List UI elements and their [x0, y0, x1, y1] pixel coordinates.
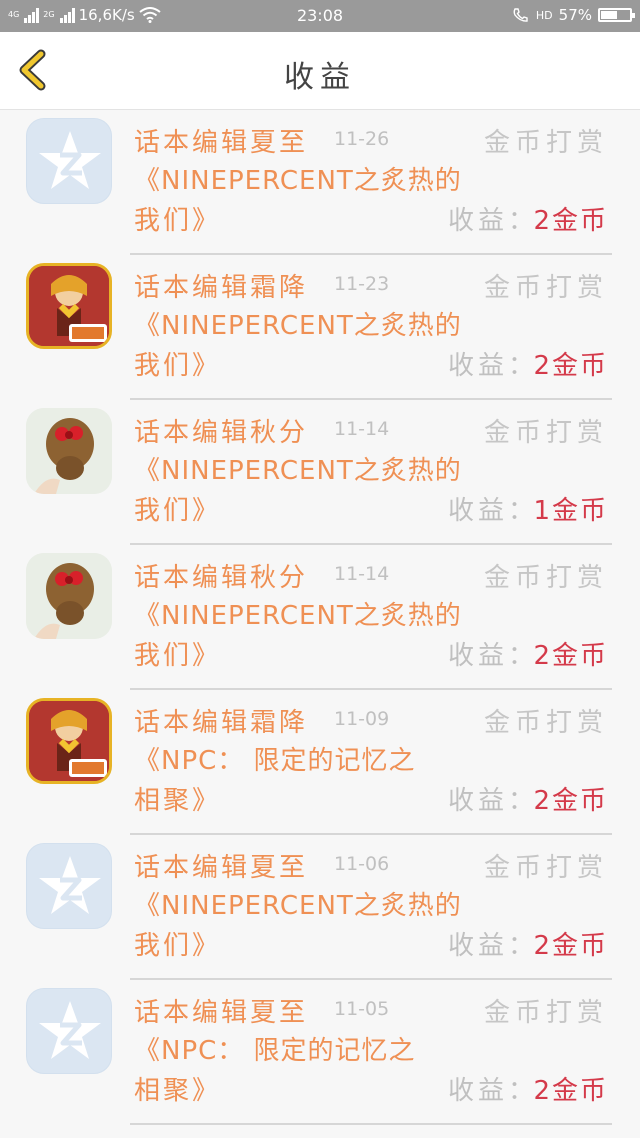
list-item[interactable]: 话本编辑霜降 11-09 金币打赏 《NPC： 限定的记忆之 相聚》 收益： 2…: [0, 690, 640, 835]
earnings-label: 收益：: [448, 1076, 539, 1106]
hd-label: HD: [535, 8, 553, 22]
avatar: [26, 698, 112, 784]
battery-icon: [598, 8, 635, 22]
story-title-line1: 《NINEPERCENT之炙热的: [134, 456, 462, 486]
story-title-line1: 《NPC： 限定的记忆之: [134, 746, 416, 776]
story-title-line2: 相聚》: [134, 786, 222, 816]
earnings-list: 话本编辑夏至 11-26 金币打赏 《NINEPERCENT之炙热的 我们》 收…: [0, 110, 640, 1125]
story-title-line1: 《NINEPERCENT之炙热的: [134, 166, 462, 196]
reward-type: 金币打赏: [483, 708, 608, 738]
item-date: 11-05: [334, 998, 390, 1020]
call-icon: [513, 8, 528, 22]
story-title-line2: 相聚》: [134, 1076, 222, 1106]
reward-type: 金币打赏: [483, 273, 608, 303]
earnings-value: 2金币: [533, 1076, 608, 1106]
reward-type: 金币打赏: [483, 418, 608, 448]
item-date: 11-26: [334, 128, 390, 150]
story-title-line1: 《NINEPERCENT之炙热的: [134, 601, 462, 631]
list-item[interactable]: 话本编辑夏至 11-05 金币打赏 《NPC： 限定的记忆之 相聚》 收益： 2…: [0, 980, 640, 1125]
avatar: [26, 263, 112, 349]
earnings-label: 收益：: [448, 931, 539, 961]
editor-name: 话本编辑秋分: [134, 418, 309, 448]
editor-name: 话本编辑夏至: [134, 998, 309, 1028]
divider: [130, 1123, 612, 1125]
item-date: 11-06: [334, 853, 390, 875]
editor-name: 话本编辑夏至: [134, 128, 309, 158]
reward-type: 金币打赏: [483, 128, 608, 158]
list-item[interactable]: 话本编辑秋分 11-14 金币打赏 《NINEPERCENT之炙热的 我们》 收…: [0, 545, 640, 690]
story-title-line2: 我们》: [134, 496, 222, 526]
page-title: 收益: [284, 60, 356, 95]
earnings-value: 2金币: [533, 206, 608, 236]
story-title-line2: 我们》: [134, 206, 222, 236]
story-title-line1: 《NINEPERCENT之炙热的: [134, 891, 462, 921]
item-date: 11-23: [334, 273, 390, 295]
avatar: [26, 118, 112, 204]
list-item[interactable]: 话本编辑夏至 11-26 金币打赏 《NINEPERCENT之炙热的 我们》 收…: [0, 110, 640, 255]
story-title-line2: 我们》: [134, 931, 222, 961]
battery-percent: 57%: [558, 6, 592, 24]
battery-fill: [601, 11, 617, 19]
reward-type: 金币打赏: [483, 563, 608, 593]
earnings-value: 2金币: [533, 786, 608, 816]
item-date: 11-14: [334, 563, 390, 585]
editor-name: 话本编辑霜降: [134, 273, 309, 303]
earnings-value: 2金币: [533, 931, 608, 961]
editor-name: 话本编辑夏至: [134, 853, 309, 883]
earnings-label: 收益：: [448, 786, 539, 816]
reward-type: 金币打赏: [483, 853, 608, 883]
story-title-line2: 我们》: [134, 641, 222, 671]
earnings-value: 2金币: [533, 351, 608, 381]
avatar: [26, 988, 112, 1074]
list-item[interactable]: 话本编辑秋分 11-14 金币打赏 《NINEPERCENT之炙热的 我们》 收…: [0, 400, 640, 545]
earnings-label: 收益：: [448, 496, 539, 526]
header: 收益: [0, 32, 640, 110]
story-title-line1: 《NPC： 限定的记忆之: [134, 1036, 416, 1066]
story-title-line2: 我们》: [134, 351, 222, 381]
avatar: [26, 408, 112, 494]
reward-type: 金币打赏: [483, 998, 608, 1028]
earnings-label: 收益：: [448, 641, 539, 671]
list-item[interactable]: 话本编辑霜降 11-23 金币打赏 《NINEPERCENT之炙热的 我们》 收…: [0, 255, 640, 400]
earnings-label: 收益：: [448, 351, 539, 381]
editor-name: 话本编辑秋分: [134, 563, 309, 593]
item-date: 11-09: [334, 708, 390, 730]
earnings-value: 1金币: [533, 496, 608, 526]
earnings-label: 收益：: [448, 206, 539, 236]
avatar: [26, 843, 112, 929]
earnings-value: 2金币: [533, 641, 608, 671]
item-date: 11-14: [334, 418, 390, 440]
status-bar: 4G 2G 16,6K/s 23:08 HD 57%: [0, 0, 640, 32]
story-title-line1: 《NINEPERCENT之炙热的: [134, 311, 462, 341]
avatar: [26, 553, 112, 639]
editor-name: 话本编辑霜降: [134, 708, 309, 738]
status-right: HD 57%: [512, 6, 635, 24]
list-item[interactable]: 话本编辑夏至 11-06 金币打赏 《NINEPERCENT之炙热的 我们》 收…: [0, 835, 640, 980]
